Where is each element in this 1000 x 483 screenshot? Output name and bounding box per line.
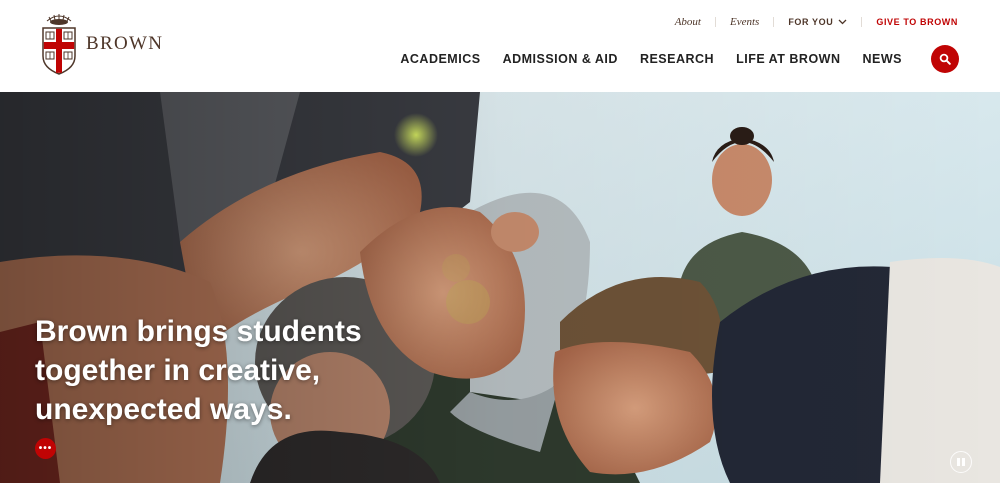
hero-headline-line-3: unexpected ways. [35, 393, 292, 426]
pause-button[interactable] [950, 451, 972, 473]
for-you-dropdown[interactable]: FOR YOU [788, 17, 847, 27]
brown-wordmark: BROWN [86, 33, 164, 54]
divider [773, 17, 775, 27]
search-icon [939, 53, 951, 65]
search-button[interactable] [931, 45, 959, 73]
more-dots-icon: ••• [38, 443, 53, 454]
hero-headline-line-1: Brown brings students [35, 315, 362, 348]
hero-slideshow: Brown brings students together in creati… [0, 92, 1000, 483]
chevron-down-icon [838, 19, 847, 25]
events-link[interactable]: Events [730, 16, 759, 28]
divider [714, 17, 716, 27]
brown-logo[interactable]: BROWN [40, 12, 163, 76]
for-you-label: FOR YOU [788, 17, 834, 27]
main-nav: ACADEMICS ADMISSION & AID RESEARCH LIFE … [378, 52, 902, 66]
site-header: BROWN About Events FOR YOU GIVE TO BROWN… [0, 0, 1000, 92]
brown-shield-icon [42, 14, 76, 75]
more-button[interactable]: ••• [35, 438, 56, 459]
hero-headline-line-2: together in creative, [35, 354, 321, 387]
nav-admission-aid[interactable]: ADMISSION & AID [503, 52, 618, 66]
about-link[interactable]: About [675, 16, 701, 28]
utility-nav: About Events FOR YOU GIVE TO BROWN [675, 15, 958, 29]
nav-life-at-brown[interactable]: LIFE AT BROWN [736, 52, 840, 66]
nav-news[interactable]: NEWS [863, 52, 903, 66]
nav-research[interactable]: RESEARCH [640, 52, 714, 66]
pause-icon [957, 458, 960, 466]
hero-headline: Brown brings students together in creati… [35, 312, 455, 429]
divider [861, 17, 863, 27]
give-to-brown-link[interactable]: GIVE TO BROWN [876, 17, 958, 27]
nav-academics[interactable]: ACADEMICS [400, 52, 480, 66]
